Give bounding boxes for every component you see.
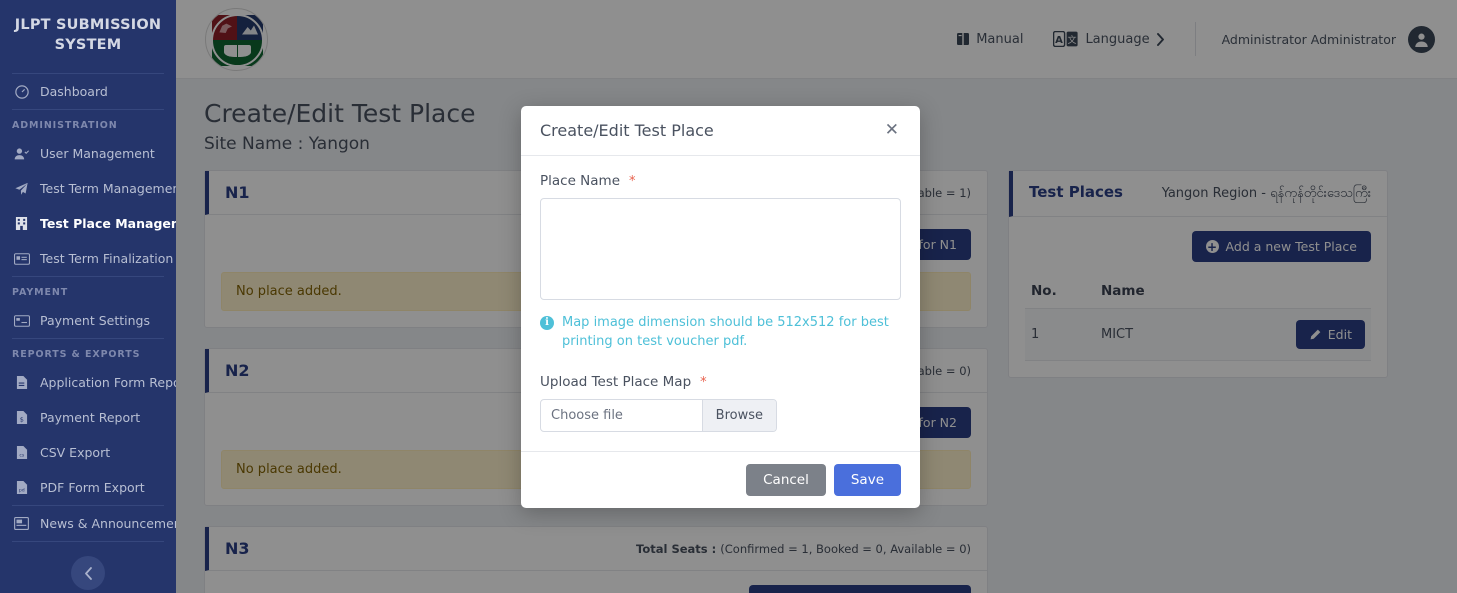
sidebar-item-label: Test Term Finalization [40,251,174,267]
upload-label-row: Upload Test Place Map * [540,374,901,390]
sidebar-collapse-button[interactable] [71,556,105,591]
place-name-input[interactable] [540,198,901,300]
file-pdf-icon: pd [12,480,31,496]
sidebar-item-label: Payment Settings [40,313,150,329]
sidebar-item-payment-report[interactable]: $ Payment Report [0,400,176,435]
app-root: JLPT SUBMISSION SYSTEM Dashboard ADMINIS… [0,0,1457,593]
required-marker: * [700,374,707,390]
create-edit-test-place-modal: Create/Edit Test Place ✕ Place Name * i M… [521,106,920,508]
upload-test-place-map-label: Upload Test Place Map [540,373,692,390]
close-icon[interactable]: ✕ [883,122,901,139]
place-name-label: Place Name [540,173,621,189]
sidebar-item-news-announcement[interactable]: News & Announcement [0,506,176,541]
sidebar-section-administration: ADMINISTRATION [12,120,118,132]
sidebar-item-label: User Management [40,146,155,162]
sidebar-item-label: Application Form Report [40,375,176,391]
sidebar-item-label: Test Place Management [40,216,176,232]
sidebar: JLPT SUBMISSION SYSTEM Dashboard ADMINIS… [0,0,176,593]
sidebar-item-label: Payment Report [40,410,141,426]
modal-header: Create/Edit Test Place ✕ [521,106,920,156]
newspaper-icon [12,516,31,532]
sidebar-item-label: CSV Export [40,445,111,461]
app-brand-title: JLPT SUBMISSION SYSTEM [14,17,162,53]
svg-text:$: $ [19,416,23,424]
modal-footer: Cancel Save [521,450,920,508]
info-icon: i [540,316,554,330]
file-name-display: Choose file [551,407,623,423]
sidebar-section-payment: PAYMENT [12,287,69,299]
save-button[interactable]: Save [833,463,901,496]
modal-title: Create/Edit Test Place [540,121,714,140]
sidebar-item-csv-export[interactable]: cs CSV Export [0,435,176,470]
sidebar-item-test-place-management[interactable]: Test Place Management [0,206,176,241]
sidebar-divider [12,541,164,543]
file-csv-icon: cs [12,445,31,461]
sidebar-section-reports-exports: REPORTS & EXPORTS [12,349,141,361]
dashboard-icon [12,84,31,100]
place-name-label-row: Place Name * [540,173,901,189]
sidebar-item-label: Dashboard [40,84,108,100]
browse-button[interactable]: Browse [701,399,776,431]
file-icon [12,375,31,391]
sidebar-item-test-term-management[interactable]: Test Term Management [0,171,176,206]
sidebar-item-label: PDF Form Export [40,480,145,496]
sidebar-item-user-management[interactable]: User Management [0,136,176,171]
paper-plane-icon [12,181,31,197]
modal-body: Place Name * i Map image dimension should… [521,156,920,451]
svg-text:cs: cs [19,454,25,459]
hint-text: Map image dimension should be 512x512 fo… [562,315,889,349]
sidebar-item-test-term-finalization[interactable]: Test Term Finalization [0,241,176,276]
sidebar-item-label: Test Term Management [40,181,176,197]
chevron-left-icon [84,566,92,580]
map-dimension-hint: i Map image dimension should be 512x512 … [540,314,901,352]
sidebar-item-label: News & Announcement [40,516,176,532]
file-upload-control[interactable]: Choose file Browse [540,398,777,432]
sidebar-item-application-form-report[interactable]: Application Form Report [0,365,176,400]
cancel-button[interactable]: Cancel [746,463,826,496]
user-icon [12,146,31,162]
svg-text:pd: pd [18,488,24,494]
required-marker: * [629,174,636,189]
sidebar-item-payment-settings[interactable]: Payment Settings [0,303,176,338]
credit-card-icon [12,313,31,329]
sidebar-collapse-wrap [0,556,176,591]
building-icon [12,216,31,232]
sidebar-item-pdf-form-export[interactable]: pd PDF Form Export [0,470,176,505]
id-card-icon [12,251,31,267]
sidebar-item-dashboard[interactable]: Dashboard [0,74,176,109]
file-dollar-icon: $ [12,410,31,426]
